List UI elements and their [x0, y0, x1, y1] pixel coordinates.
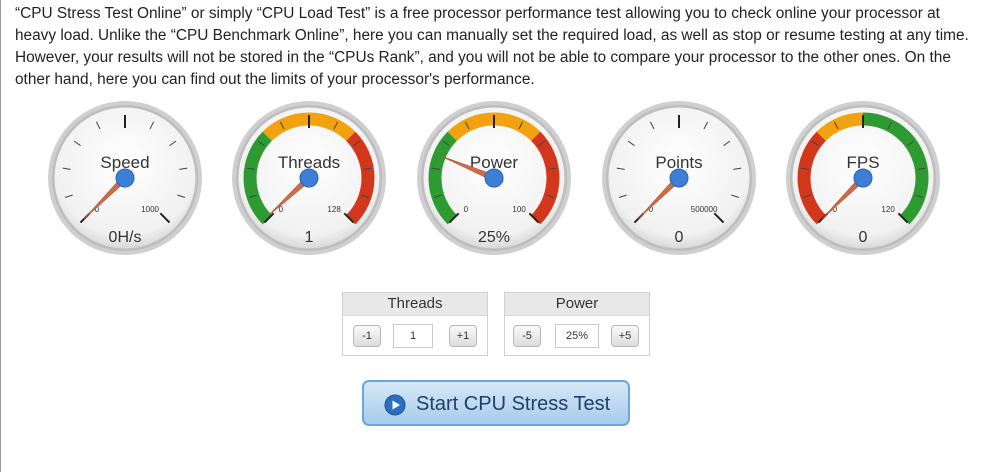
gauge-max-label: 1000 [141, 205, 159, 214]
power-value-field[interactable]: 25% [555, 324, 599, 348]
gauge-hub [115, 168, 135, 188]
threads-increment-button[interactable]: +1 [449, 325, 477, 347]
gauge-max-label: 128 [327, 205, 341, 214]
gauge-panel: Speed 0 1000 0H/s Threads 0 128 1 Power 0 100 25% Po… [0, 0, 992, 280]
start-stress-test-button[interactable]: Start CPU Stress Test [362, 380, 630, 426]
gauge-max-label: 500000 [691, 205, 718, 214]
threads-control-title: Threads [343, 293, 487, 316]
power-decrement-button[interactable]: -5 [513, 325, 541, 347]
gauge-speed: Speed 0 1000 0H/s [47, 100, 203, 256]
gauge-points: Points 0 500000 0 [601, 100, 757, 256]
gauge-value: 1 [305, 229, 314, 246]
gauge-hub [669, 168, 689, 188]
start-button-label: Start CPU Stress Test [416, 393, 611, 415]
threads-control: Threads -1 1 +1 [342, 292, 488, 356]
gauge-max-label: 100 [512, 205, 526, 214]
threads-decrement-button[interactable]: -1 [353, 325, 381, 347]
gauge-value: 0 [859, 229, 868, 246]
power-control-title: Power [505, 293, 649, 316]
gauge-min-label: 0 [464, 205, 469, 214]
power-increment-button[interactable]: +5 [611, 325, 639, 347]
gauge-threads: Threads 0 128 1 [231, 100, 387, 256]
gauge-value: 25% [478, 229, 510, 246]
gauge-value: 0H/s [109, 229, 142, 246]
gauge-value: 0 [675, 229, 684, 246]
power-control: Power -5 25% +5 [504, 292, 650, 356]
gauge-power: Power 0 100 25% [416, 100, 572, 256]
gauge-hub [484, 168, 504, 188]
gauge-fps: FPS 0 120 0 [785, 100, 941, 256]
gauge-max-label: 120 [881, 205, 895, 214]
gauge-hub [853, 168, 873, 188]
threads-value-field[interactable]: 1 [393, 324, 433, 348]
play-icon [384, 394, 406, 416]
gauge-hub [299, 168, 319, 188]
